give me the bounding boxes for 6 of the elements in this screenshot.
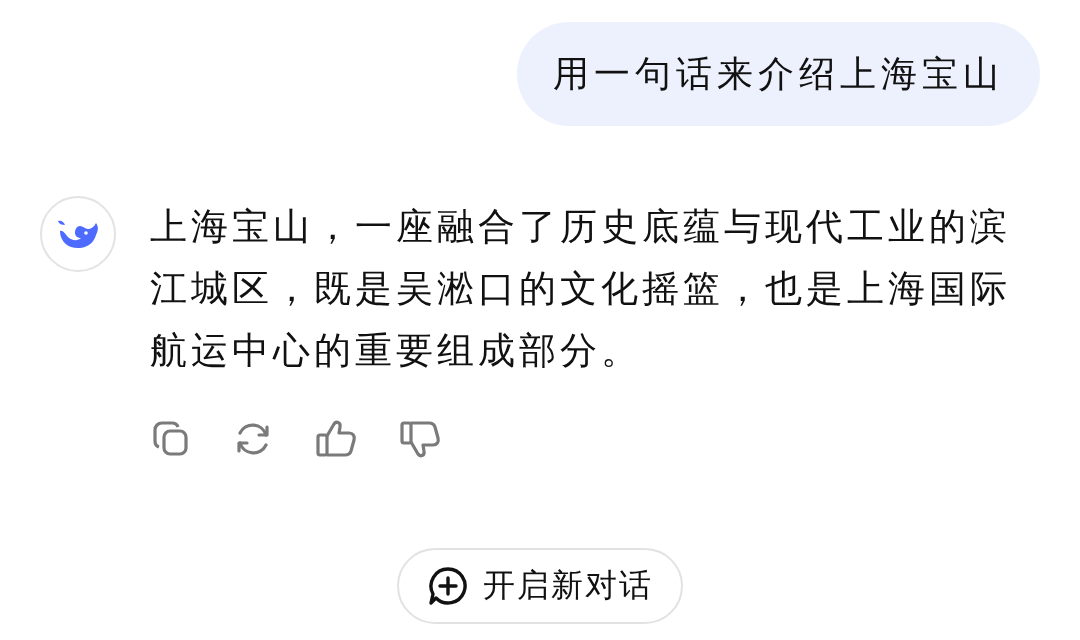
- chat-plus-icon: [427, 565, 469, 607]
- new-chat-button[interactable]: 开启新对话: [397, 548, 683, 624]
- assistant-message: 上海宝山，一座融合了历史底蕴与现代工业的滨江城区，既是吴淞口的文化摇篮，也是上海国际航运中心的重要组成部分。: [150, 204, 1012, 374]
- user-message: 用一句话来介绍上海宝山: [517, 22, 1040, 126]
- thumbs-up-icon[interactable]: [314, 418, 358, 460]
- thumbs-down-icon[interactable]: [398, 418, 442, 460]
